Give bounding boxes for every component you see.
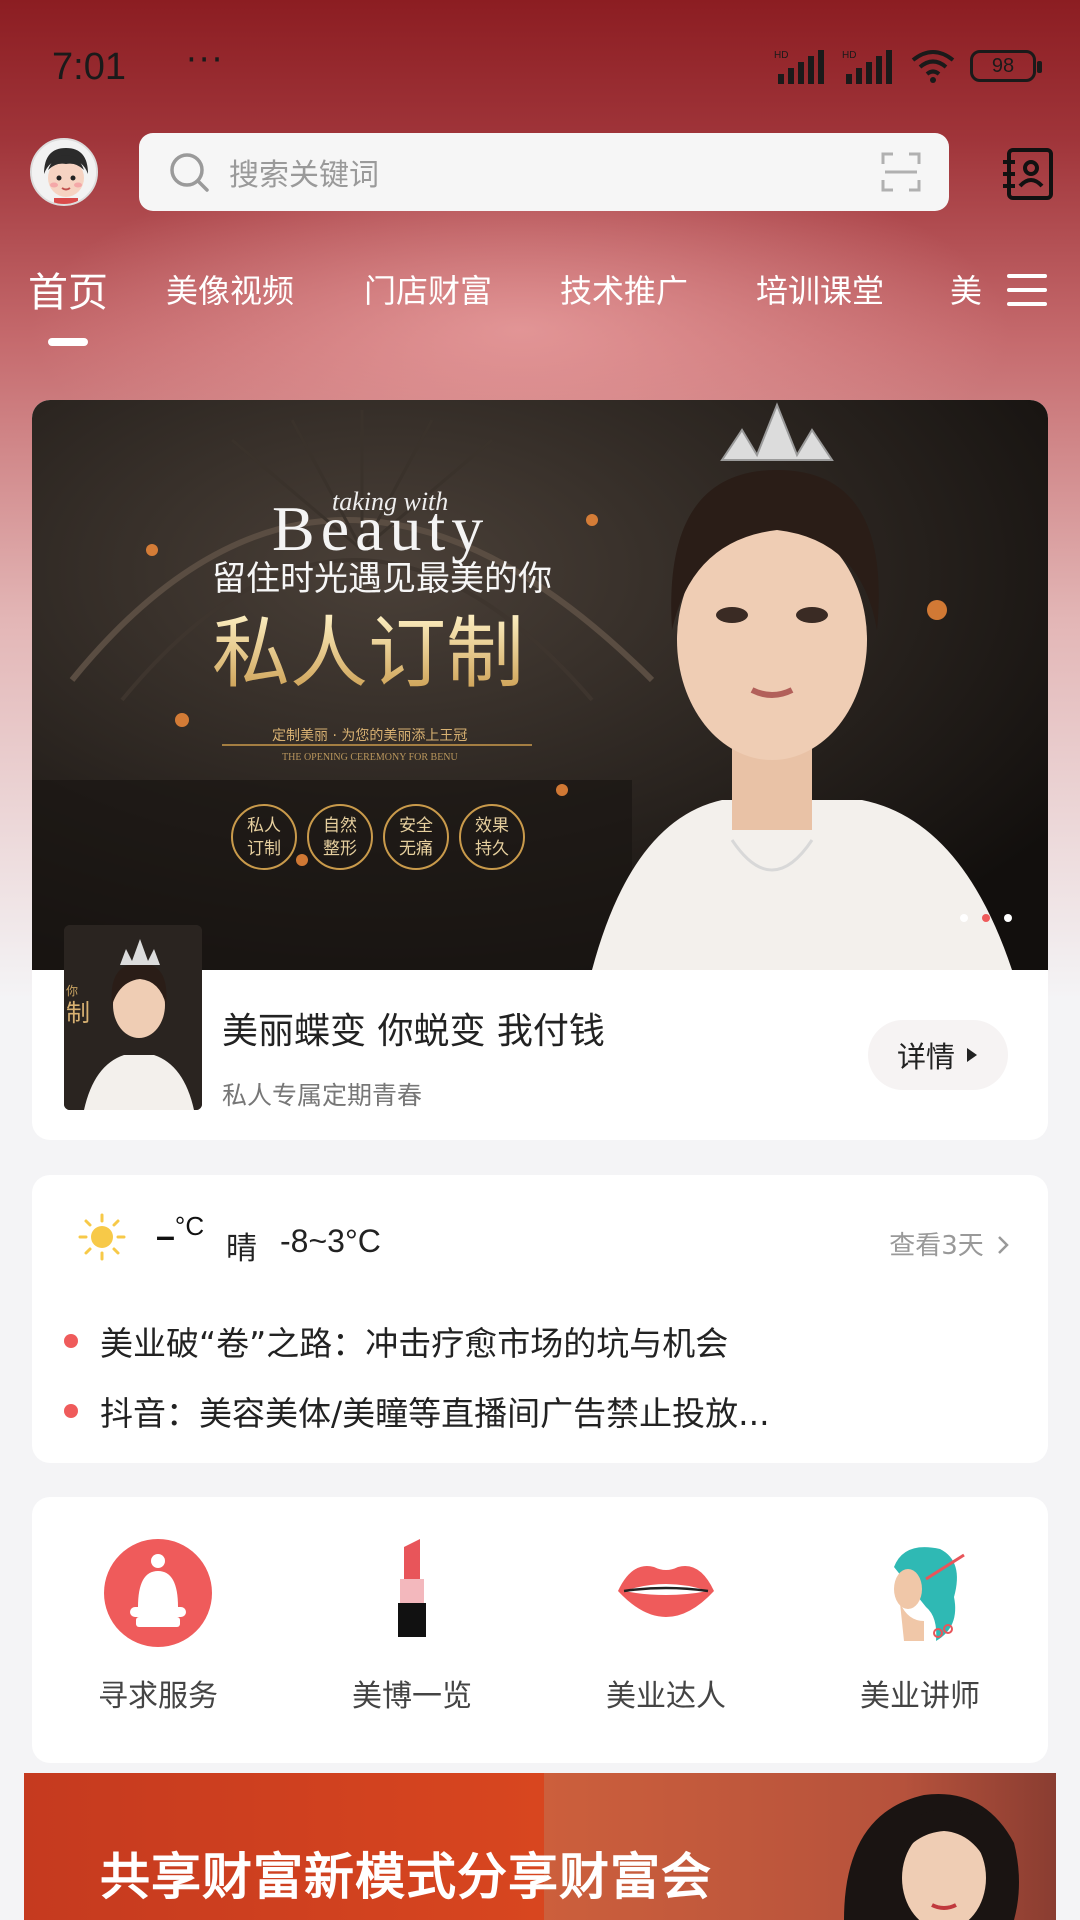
signal-icon: HD [842,50,892,84]
play-arrow-icon [967,1048,977,1062]
search-placeholder: 搜索关键词 [229,158,379,193]
svg-text:你: 你 [66,984,78,998]
news-item[interactable]: 抖音：美容美体/美瞳等直播间广告禁止投放... [64,1387,770,1435]
tab-tech-promo[interactable]: 技术推广 [560,266,688,312]
svg-text:HD: HD [842,50,856,61]
service-find-service[interactable]: 寻求服务 [58,1537,258,1715]
bottom-promo-banner[interactable]: 共享财富新模式分享财富会 [24,1773,1056,1920]
search-icon [170,153,209,192]
detail-label: 详情 [896,1040,955,1074]
svg-text:持久: 持久 [475,839,509,859]
chevron-right-icon [998,1236,1009,1254]
services-card: 寻求服务 美博一览 美业达人 美业讲师 [32,1497,1048,1763]
service-experts[interactable]: 美业达人 [566,1537,766,1715]
tab-active-indicator [48,338,88,346]
status-time: 7:01 [52,46,126,88]
svg-text:制: 制 [66,999,90,1027]
banner-en-big: Beauty [272,493,489,564]
bullet-dot [64,1334,78,1348]
svg-text:安全: 安全 [399,816,433,836]
stylist-icon [894,1547,965,1641]
service-expo[interactable]: 美博一览 [312,1537,512,1715]
service-lecturers[interactable]: 美业讲师 [820,1537,1020,1715]
svg-text:HD: HD [774,50,788,61]
menu-icon[interactable] [1006,270,1048,310]
wifi-icon [911,50,955,83]
banner-subline-en: THE OPENING CEREMONY FOR BENU [282,752,459,763]
banner-headline: 私人订制 [212,609,524,699]
scan-icon[interactable] [879,150,923,194]
svg-text:自然: 自然 [323,816,357,836]
carousel-dot[interactable] [960,914,968,922]
status-bar: 7:01 ··· HD HD 98 [0,0,1080,130]
category-tabs: 首页 美像视频 门店财富 技术推广 培训课堂 美 [0,258,1000,348]
lips-icon [618,1566,714,1617]
tab-more-partial[interactable]: 美 [950,266,982,312]
battery-icon: 98 [970,50,1042,82]
temperature-range: -8~3°C [280,1223,381,1259]
svg-text:无痛: 无痛 [399,839,433,859]
bottom-banner-text: 共享财富新模式分享财富会 [100,1848,712,1906]
svg-text:订制: 订制 [247,839,281,859]
carousel-indicator [960,914,1012,922]
signal-icon: HD [774,50,824,84]
promo-subtitle: 私人专属定期青春 [222,1081,423,1110]
bullet-dot [64,1404,78,1418]
tab-home[interactable]: 首页 [28,260,108,318]
carousel-dot[interactable] [1004,914,1012,922]
svg-text:私人: 私人 [247,816,281,836]
status-more-dots: ··· [186,40,225,80]
tab-training[interactable]: 培训课堂 [756,266,884,312]
detail-button[interactable]: 详情 [868,1020,1008,1090]
tab-video[interactable]: 美像视频 [166,266,294,312]
tab-store-wealth[interactable]: 门店财富 [364,266,492,312]
view-3-days-link[interactable]: 查看3天 [889,1225,1010,1262]
weather-news-card: –°C 晴 -8~3°C 查看3天 美业破“卷”之路：冲击疗愈市场的坑与机会 抖… [32,1175,1048,1463]
weather-condition: 晴 [226,1231,257,1267]
service-icon [104,1539,212,1647]
banner-image: taking with Beauty 留住时光遇见最美的你 私人订制 定制美丽 … [32,400,1048,970]
banner-carousel[interactable]: taking with Beauty 留住时光遇见最美的你 私人订制 定制美丽 … [32,400,1048,970]
banner-slogan: 留住时光遇见最美的你 [212,559,552,599]
promo-thumbnail-image: 你 制 [64,925,202,1110]
current-temperature: –°C [156,1211,205,1256]
search-input[interactable]: 搜索关键词 [139,133,949,211]
banner-subline: 定制美丽 · 为您的美丽添上王冠 [272,727,467,744]
avatar[interactable] [30,138,98,206]
sun-icon [78,1213,126,1261]
svg-text:整形: 整形 [323,839,357,859]
contacts-icon[interactable] [1000,146,1056,202]
news-item[interactable]: 美业破“卷”之路：冲击疗愈市场的坑与机会 [64,1317,728,1365]
status-icons: HD HD 98 [774,48,1042,84]
svg-text:效果: 效果 [475,816,509,836]
promo-title[interactable]: 美丽蝶变 你蜕变 我付钱 [222,1002,605,1054]
promo-thumbnail[interactable]: 你 制 [64,925,202,1110]
lipstick-icon [398,1539,426,1637]
carousel-dot-active[interactable] [982,914,990,922]
banner-card: taking with Beauty 留住时光遇见最美的你 私人订制 定制美丽 … [32,400,1048,1140]
